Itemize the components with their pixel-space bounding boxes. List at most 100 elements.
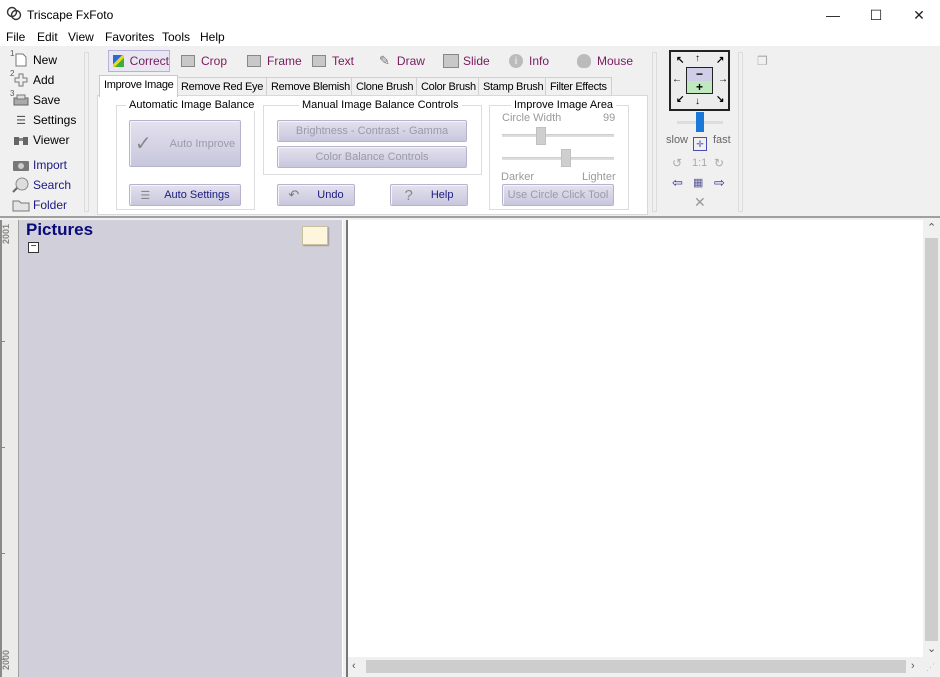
pan-right-icon[interactable]: → xyxy=(718,74,728,85)
collapse-toggle[interactable]: − xyxy=(28,242,39,253)
pencil-icon: ✎ xyxy=(379,53,390,68)
app-logo-icon xyxy=(6,6,22,22)
mode-mouse-button[interactable]: Mouse xyxy=(577,50,633,72)
scroll-up-icon[interactable]: ⌃ xyxy=(927,221,936,234)
new-button[interactable]: 1 New xyxy=(10,49,57,69)
list-icon: ☰ xyxy=(16,114,26,127)
scroll-left-icon[interactable]: ‹ xyxy=(352,660,356,672)
tab-stamp-brush[interactable]: Stamp Brush xyxy=(478,77,549,96)
menu-favorites[interactable]: Favorites xyxy=(105,30,154,44)
camera-icon xyxy=(12,157,30,173)
mode-draw-button[interactable]: ✎ Draw xyxy=(379,50,425,72)
pan-up-icon[interactable]: ↑ xyxy=(695,53,700,64)
speed-fast-label: fast xyxy=(713,134,731,146)
auto-improve-button[interactable]: ✓ Auto Improve xyxy=(129,120,241,167)
add-button[interactable]: 2 Add xyxy=(10,69,54,89)
pan-down-right-icon[interactable]: ↘ xyxy=(716,94,724,105)
tab-filter-effects[interactable]: Filter Effects xyxy=(545,77,612,96)
mode-info-button[interactable]: i Info xyxy=(509,50,549,72)
tab-improve-image[interactable]: Improve Image xyxy=(99,75,179,97)
maximize-button[interactable]: ☐ xyxy=(853,0,899,30)
brightness-contrast-gamma-button[interactable]: Brightness - Contrast - Gamma xyxy=(277,120,467,142)
info-stack-icon[interactable]: ❐ xyxy=(757,54,768,68)
zoom-in-button[interactable]: + xyxy=(687,80,712,94)
darker-label: Darker xyxy=(501,171,535,183)
previous-image-icon[interactable]: ⇦ xyxy=(672,175,683,191)
menu-view[interactable]: View xyxy=(68,30,94,44)
timeline-bar[interactable] xyxy=(0,220,19,677)
circle-width-value: 99 xyxy=(603,112,616,124)
title-bar xyxy=(0,0,940,30)
list-icon: ☰ xyxy=(140,189,151,202)
new-document-icon: 1 xyxy=(10,49,30,68)
pan-left-icon[interactable]: ← xyxy=(672,74,682,85)
horizontal-scroll-thumb[interactable] xyxy=(366,660,906,673)
mode-frame-button[interactable]: Frame xyxy=(247,50,302,72)
text-icon xyxy=(312,55,326,67)
lighter-label: Lighter xyxy=(582,171,616,183)
rotate-left-icon[interactable]: ↺ xyxy=(672,156,682,170)
undo-button[interactable]: ↶ Undo xyxy=(277,184,355,206)
circle-width-slider-thumb[interactable] xyxy=(535,127,546,145)
scroll-right-icon[interactable]: › xyxy=(911,660,915,672)
settings-button[interactable]: ☰ Settings xyxy=(12,111,76,129)
brightness-slider-thumb[interactable] xyxy=(561,149,572,167)
fit-to-window-icon[interactable]: ✛ xyxy=(693,137,707,151)
menu-help[interactable]: Help xyxy=(200,30,225,44)
menu-tools[interactable]: Tools xyxy=(162,30,190,44)
mode-text-button[interactable]: Text xyxy=(312,50,354,72)
thumbnails-grid-icon[interactable]: ▦ xyxy=(693,176,703,189)
note-box[interactable] xyxy=(302,226,328,245)
search-button[interactable]: Search xyxy=(12,176,71,194)
timeline-year-bottom: 2000 xyxy=(1,650,11,671)
tab-remove-red-eye[interactable]: Remove Red Eye xyxy=(176,77,269,96)
color-balance-button[interactable]: Color Balance Controls xyxy=(277,146,467,168)
save-button[interactable]: 3 Save xyxy=(10,89,60,109)
improve-area-label: Improve Image Area xyxy=(511,99,617,111)
auto-settings-button[interactable]: ☰ Auto Settings xyxy=(129,184,241,206)
timeline-tick xyxy=(0,341,5,342)
menu-edit[interactable]: Edit xyxy=(37,30,58,44)
resize-grip-icon[interactable]: ⋰ xyxy=(926,662,935,673)
mode-correct-button[interactable]: Correct xyxy=(108,50,170,72)
rotate-right-icon[interactable]: ↻ xyxy=(714,156,724,170)
tab-color-brush[interactable]: Color Brush xyxy=(416,77,481,96)
use-circle-click-tool-button[interactable]: Use Circle Click Tool xyxy=(502,184,614,206)
next-image-icon[interactable]: ⇨ xyxy=(714,175,725,191)
timeline-year-top: 2001 xyxy=(1,224,11,245)
albums-panel[interactable] xyxy=(19,220,342,677)
image-viewer[interactable] xyxy=(348,220,923,657)
brightness-slider-track[interactable] xyxy=(502,157,614,160)
speed-slider-thumb[interactable] xyxy=(696,112,704,132)
mode-crop-button[interactable]: Crop xyxy=(181,50,227,72)
folder-icon xyxy=(12,197,30,213)
pan-up-right-icon[interactable]: ↗ xyxy=(716,55,724,66)
timeline-tick xyxy=(0,553,5,554)
scroll-down-icon[interactable]: ⌄ xyxy=(927,642,936,655)
import-button[interactable]: Import xyxy=(12,156,67,174)
help-button[interactable]: ? Help xyxy=(390,184,468,206)
close-view-icon[interactable]: ✕ xyxy=(694,194,706,211)
pictures-title[interactable]: Pictures xyxy=(26,220,93,240)
menu-file[interactable]: File xyxy=(6,30,25,44)
actual-size-button[interactable]: 1:1 xyxy=(692,157,707,169)
manual-balance-label: Manual Image Balance Controls xyxy=(299,99,462,111)
magnifier-icon xyxy=(12,177,30,193)
close-button[interactable]: ✕ xyxy=(896,0,940,30)
speed-slow-label: slow xyxy=(666,134,689,146)
tab-remove-blemish[interactable]: Remove Blemish xyxy=(266,77,355,96)
mode-slide-button[interactable]: Slide xyxy=(443,50,490,72)
undo-icon: ↶ xyxy=(288,187,300,202)
pan-up-left-icon[interactable]: ↖ xyxy=(676,55,684,66)
folder-button[interactable]: Folder xyxy=(12,196,67,214)
minimize-button[interactable]: — xyxy=(810,0,856,30)
pan-down-icon[interactable]: ↓ xyxy=(695,96,700,107)
vertical-scroll-thumb[interactable] xyxy=(925,238,938,641)
viewer-button[interactable]: Viewer xyxy=(12,131,69,149)
add-icon: 2 xyxy=(10,69,30,88)
pan-down-left-icon[interactable]: ↙ xyxy=(676,94,684,105)
zoom-out-button[interactable]: − xyxy=(687,67,712,81)
circle-width-slider-track[interactable] xyxy=(502,134,614,137)
save-icon: 3 xyxy=(10,89,30,108)
tab-clone-brush[interactable]: Clone Brush xyxy=(351,77,419,96)
